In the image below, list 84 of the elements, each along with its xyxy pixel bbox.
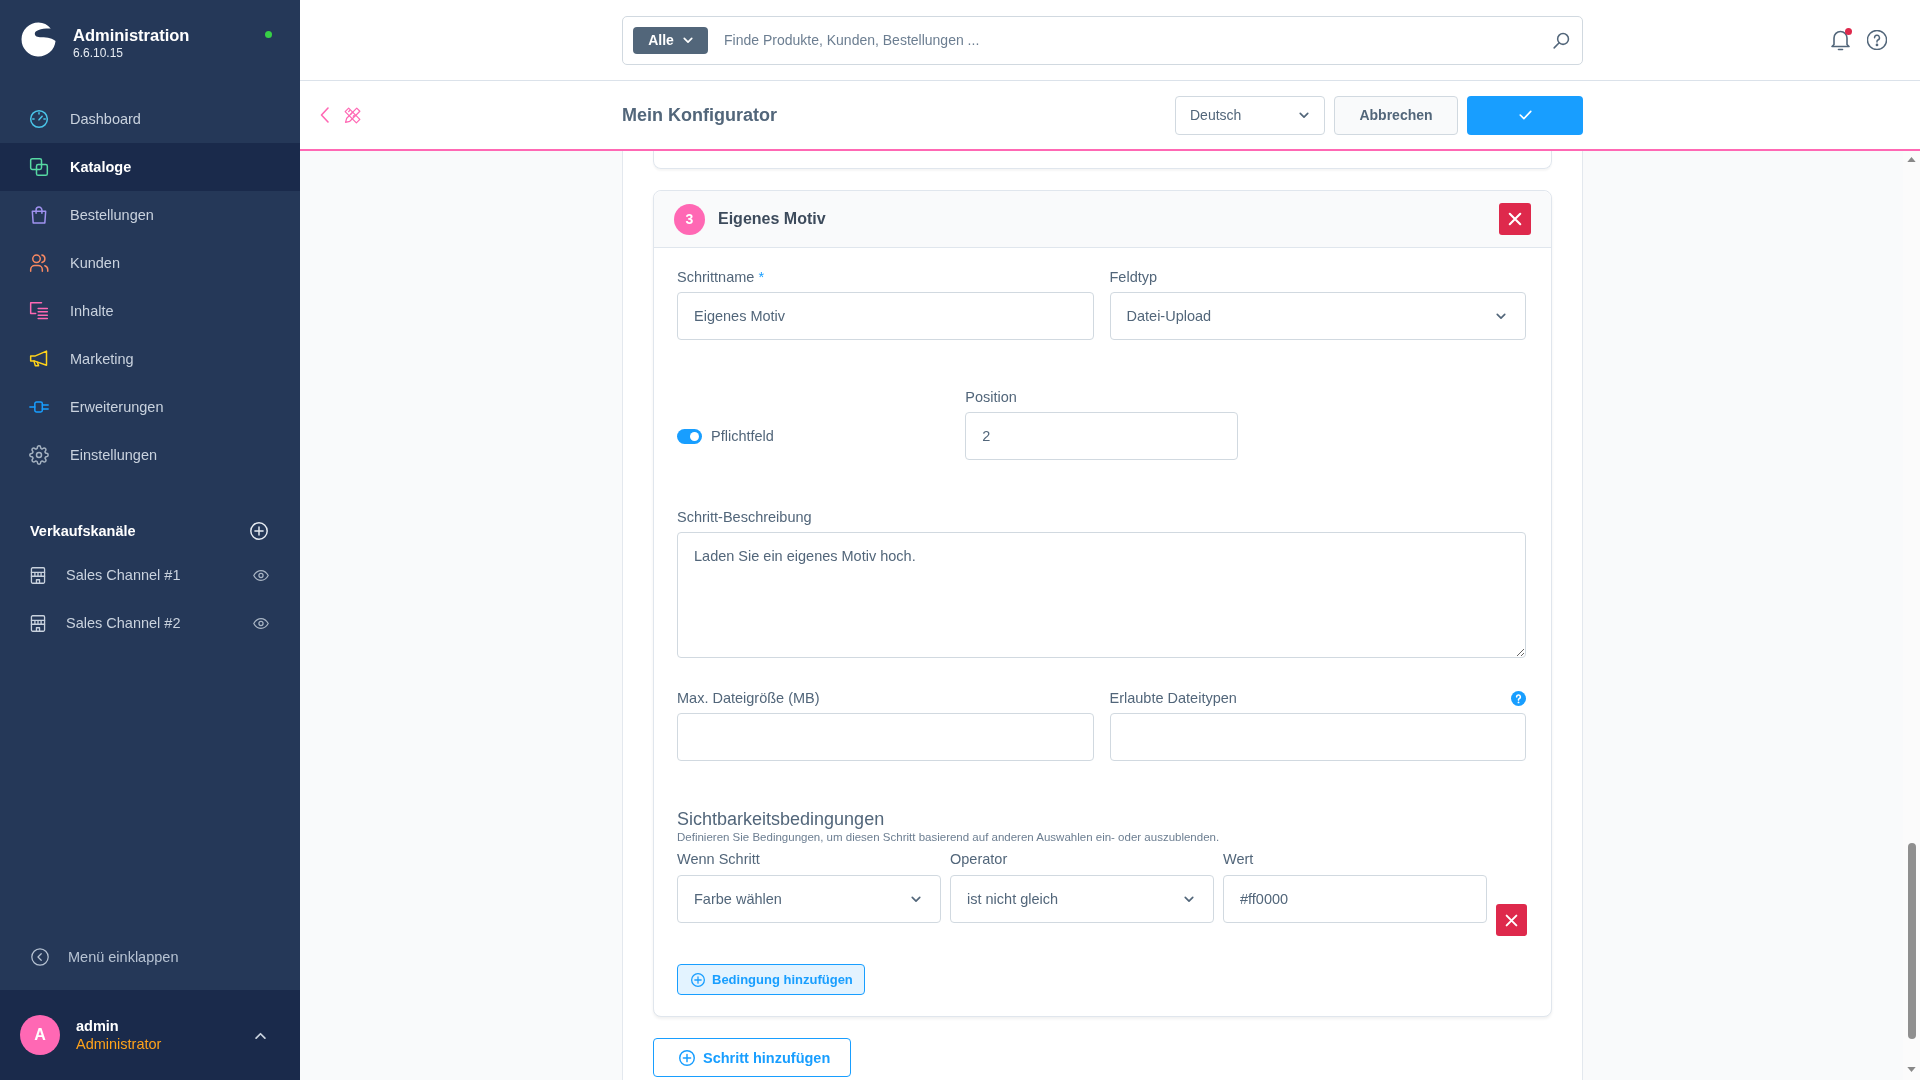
- plus-circle-icon: [679, 1049, 695, 1066]
- caret-icon: [911, 895, 921, 903]
- text-input[interactable]: Eigenes Motiv: [677, 292, 1094, 340]
- caret-icon: [682, 36, 693, 44]
- textarea-field[interactable]: Laden Sie ein eigenes Motiv hoch.: [677, 532, 1526, 658]
- nav-item[interactable]: Inhalte: [0, 287, 300, 335]
- collapse-menu-link[interactable]: Menü einklappen: [0, 933, 300, 981]
- field-label: Erlaubte Dateitypen: [1109, 689, 1237, 707]
- nav-item[interactable]: Einstellungen: [0, 431, 300, 479]
- field-label: Max. Dateigröße (MB): [677, 689, 820, 707]
- caret-icon: [1184, 895, 1194, 903]
- plus-circle-icon[interactable]: [250, 522, 268, 540]
- nav-item[interactable]: Kunden: [0, 239, 300, 287]
- text-input[interactable]: 2: [965, 412, 1238, 460]
- check-icon: [1518, 110, 1532, 120]
- save-button[interactable]: [1467, 95, 1583, 135]
- arrow-down-icon[interactable]: [1907, 1067, 1916, 1072]
- caret-icon: [1299, 111, 1309, 119]
- field-label: Schrittname: [677, 268, 755, 286]
- caret-icon: [1496, 312, 1506, 320]
- close-icon: [1505, 913, 1518, 927]
- toggle-label: Pflichtfeld: [711, 428, 774, 444]
- user-role: Administrator: [76, 1035, 162, 1053]
- eye-icon[interactable]: [253, 569, 269, 581]
- field-label: Wenn Schritt: [677, 850, 760, 868]
- select-field[interactable]: Farbe wählen: [677, 875, 941, 923]
- arrow-up-icon[interactable]: [1907, 157, 1916, 162]
- cancel-button[interactable]: Abbrechen: [1334, 95, 1458, 135]
- required-mark: *: [758, 268, 765, 286]
- nav-item[interactable]: Kataloge: [0, 143, 300, 191]
- storefront-icon: [30, 566, 46, 584]
- overlapping-squares-icon: [29, 157, 49, 177]
- close-icon: [1508, 212, 1522, 226]
- storefront-icon: [30, 614, 46, 632]
- select-field[interactable]: Datei-Upload: [1109, 292, 1526, 340]
- bell-icon[interactable]: [1831, 29, 1850, 51]
- help-icon[interactable]: [1511, 690, 1526, 706]
- scope-dropdown[interactable]: Alle: [633, 26, 708, 54]
- sales-channel-link[interactable]: Sales Channel #1: [30, 566, 181, 584]
- content-list-icon: [29, 301, 49, 321]
- section-title: Sichtbarkeitsbedingungen: [677, 808, 886, 830]
- step-title: Eigenes Motiv: [718, 210, 826, 228]
- megaphone-icon: [29, 349, 49, 369]
- plus-circle-icon: [691, 972, 705, 987]
- chevron-left-circle-icon: [31, 948, 49, 966]
- select-field[interactable]: ist nicht gleich: [950, 875, 1214, 923]
- field-label: Wert: [1223, 850, 1254, 868]
- back-icon[interactable]: [320, 107, 330, 123]
- user-name: admin: [76, 1017, 120, 1035]
- page-title: Mein Konfigurator: [622, 104, 777, 126]
- sales-channel-link[interactable]: Sales Channel #2: [30, 614, 181, 632]
- text-input[interactable]: #ff0000: [1223, 875, 1487, 923]
- field-label: Position: [965, 388, 1017, 406]
- help-icon[interactable]: [1867, 30, 1887, 50]
- field-label: Operator: [950, 850, 1008, 868]
- app-version: 6.6.10.15: [73, 46, 125, 61]
- pencil-ruler-icon[interactable]: [344, 106, 361, 124]
- nav-item[interactable]: Marketing: [0, 335, 300, 383]
- remove-condition-button[interactable]: [1496, 904, 1527, 936]
- section-description: Definieren Sie Bedingungen, um diesen Schritt basierend auf anderen Auswahlen ein- oder auszublenden.: [677, 830, 1221, 845]
- text-input[interactable]: [1109, 713, 1526, 761]
- scrollbar-thumb[interactable]: [1907, 843, 1916, 1039]
- search-field[interactable]: Alle Finde Produkte, Kunden, Bestellungen ...: [622, 15, 1583, 65]
- eye-icon[interactable]: [253, 617, 269, 629]
- settings-icon: [29, 445, 49, 465]
- search-icon[interactable]: [1553, 31, 1570, 49]
- nav-item[interactable]: Erweiterungen: [0, 383, 300, 431]
- step-number: 3: [674, 203, 705, 235]
- toggle-switch[interactable]: [677, 428, 702, 444]
- chevron-up-icon[interactable]: [255, 1031, 266, 1039]
- delete-button[interactable]: [1499, 203, 1531, 235]
- field-label: Schritt-Beschreibung: [677, 508, 812, 526]
- nav-item[interactable]: Bestellungen: [0, 191, 300, 239]
- nav-item[interactable]: Dashboard: [0, 95, 300, 143]
- app-title: Administration: [73, 25, 190, 45]
- shopping-bag-icon: [29, 205, 49, 225]
- gauge-icon: [29, 109, 49, 129]
- field-label: Feldtyp: [1109, 268, 1158, 286]
- logo-icon: [21, 22, 56, 57]
- avatar: A: [20, 1015, 60, 1055]
- section-heading: Verkaufskanäle: [30, 522, 136, 541]
- users-icon: [29, 253, 49, 273]
- language-select[interactable]: Deutsch: [1175, 95, 1325, 135]
- text-input[interactable]: [677, 713, 1094, 761]
